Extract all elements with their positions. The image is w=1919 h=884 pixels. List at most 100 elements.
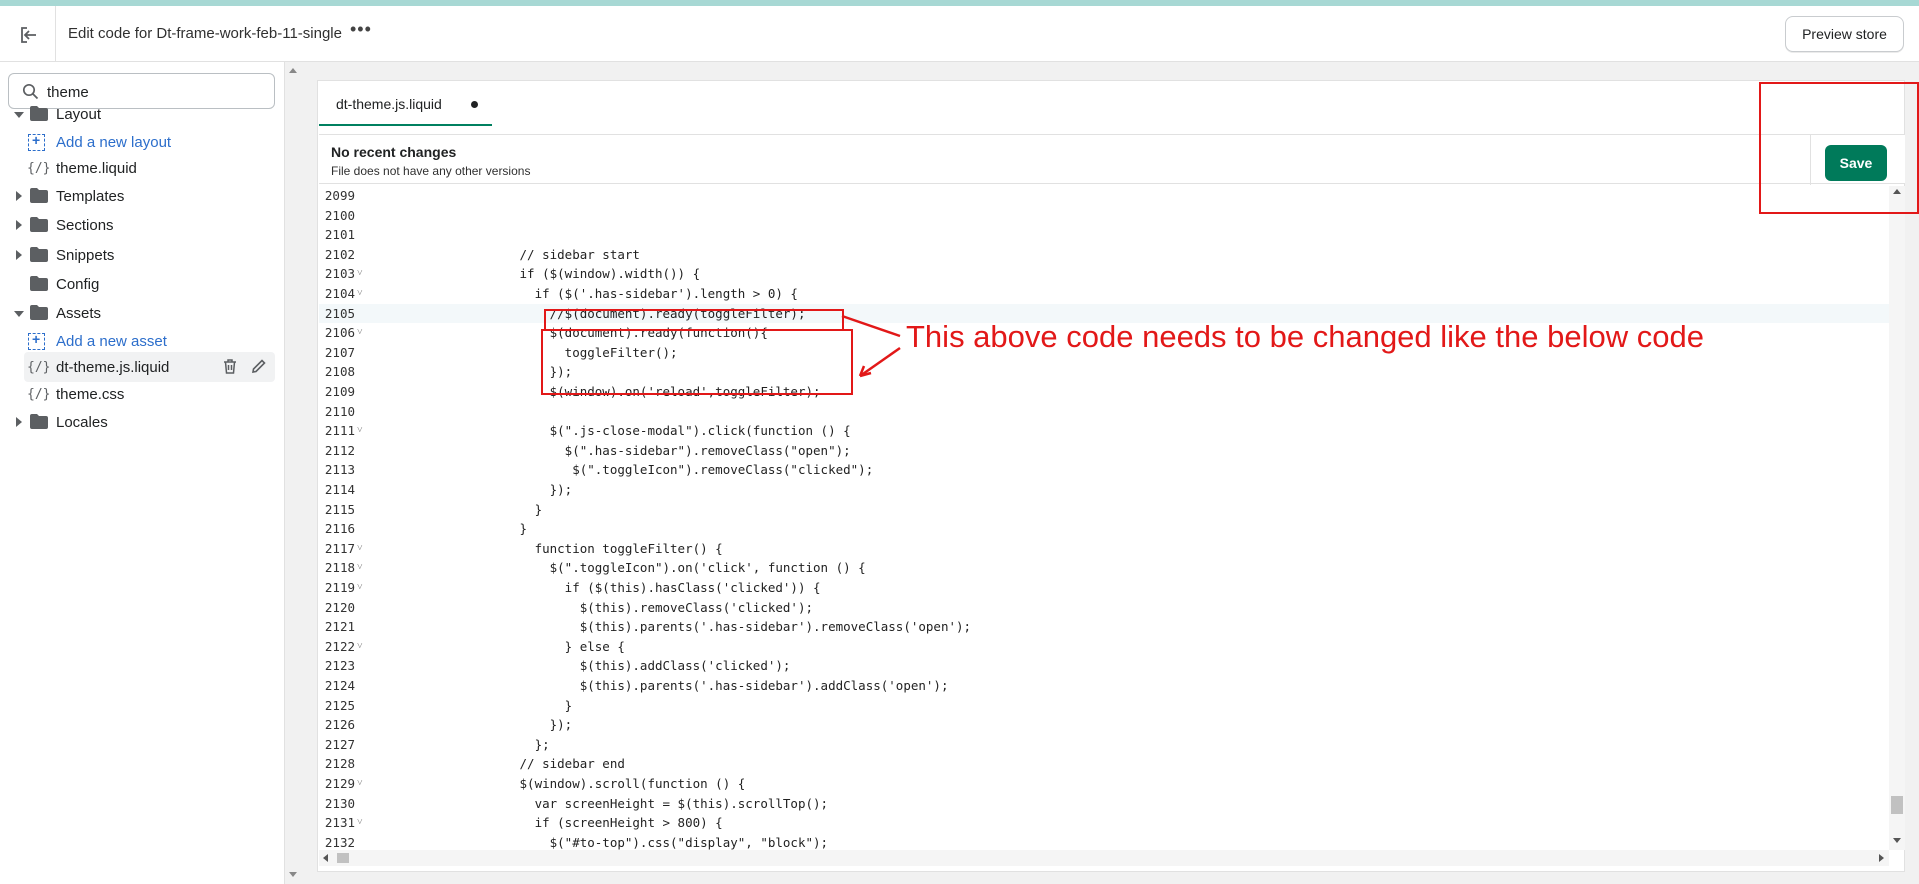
code-line[interactable]: 2102 // sidebar start [319, 245, 1889, 265]
file-actions [222, 358, 267, 375]
fold-chevron-icon[interactable]: ˅ [357, 558, 363, 578]
code-line[interactable]: 2128 // sidebar end [319, 754, 1889, 774]
line-number: 2120 [324, 599, 355, 615]
fold-chevron-icon[interactable]: ˅ [357, 323, 363, 343]
exit-icon[interactable] [18, 24, 40, 46]
line-number: 2107 [324, 344, 355, 360]
code-line[interactable]: 2103 ˅ if ($(window).width()) { [319, 264, 1889, 284]
pencil-icon[interactable] [250, 358, 267, 375]
topbar-divider [55, 6, 56, 62]
line-number: 2109 [324, 384, 355, 399]
fold-chevron-icon[interactable]: ˅ [357, 264, 363, 284]
tree-folder-config[interactable]: Config [0, 269, 285, 299]
tree-file-dt-theme-js[interactable]: {/} dt-theme.js.liquid [24, 352, 275, 382]
chevron-right-icon [16, 191, 22, 201]
code-file-icon: {/} [27, 386, 51, 402]
line-number: 2110 [324, 403, 355, 419]
code-editor[interactable]: 2099 2100 2101 2102 // sidebar start 2103 ˅ i… [319, 186, 1889, 850]
code-text: // sidebar end [369, 756, 625, 772]
code-line[interactable]: 2100 [319, 206, 1889, 226]
code-line[interactable]: 2114 }); [319, 480, 1889, 500]
line-number: 2106 [324, 325, 355, 341]
code-line[interactable]: 2130 var screenHeight = $(this).scrollTo… [319, 794, 1889, 814]
chevron-right-icon [16, 220, 22, 230]
line-number: 2117 [324, 540, 355, 556]
more-actions-button[interactable]: ••• [350, 19, 372, 47]
scroll-left-icon[interactable] [323, 854, 328, 862]
code-line[interactable]: 2099 [319, 186, 1889, 206]
save-button[interactable]: Save [1825, 145, 1887, 181]
code-text: } [369, 501, 543, 517]
scroll-thumb[interactable] [1891, 796, 1903, 814]
scroll-down-icon[interactable] [289, 872, 297, 877]
code-line[interactable]: 2110 [319, 402, 1889, 422]
fold-chevron-icon[interactable]: ˅ [357, 284, 363, 304]
code-text: } [369, 521, 528, 537]
code-file-icon: {/} [27, 359, 51, 375]
code-text: $(this).removeClass('clicked'); [369, 599, 814, 615]
line-number: 2129 [324, 776, 355, 791]
scroll-up-icon[interactable] [289, 68, 297, 73]
tree-file-theme-liquid[interactable]: {/} theme.liquid [0, 153, 285, 183]
file-sidebar: Layout Add a new layout {/} theme.liquid… [0, 62, 285, 884]
page-title: Edit code for Dt-frame-work-feb-11-singl… [68, 25, 342, 42]
tree-folder-locales[interactable]: Locales [0, 407, 285, 437]
code-line[interactable]: 2123 $(this).addClass('clicked'); [319, 656, 1889, 676]
code-line[interactable]: 2122 ˅ } else { [319, 637, 1889, 657]
code-text: }; [369, 736, 550, 752]
fold-chevron-icon[interactable]: ˅ [357, 578, 363, 598]
code-line[interactable]: 2132 $("#to-top").css("display", "block"… [319, 833, 1889, 850]
editor-vertical-scrollbar[interactable] [1889, 186, 1905, 850]
tree-folder-assets[interactable]: Assets [0, 298, 285, 328]
top-bar: Edit code for Dt-frame-work-feb-11-singl… [0, 6, 1919, 62]
scroll-right-icon[interactable] [1879, 854, 1884, 862]
line-number: 2128 [324, 756, 355, 772]
code-line[interactable]: 2120 $(this).removeClass('clicked'); [319, 598, 1889, 618]
tree-folder-sections[interactable]: Sections [0, 210, 285, 240]
code-line[interactable]: 2115 } [319, 500, 1889, 520]
page-scrollbar[interactable] [285, 62, 301, 884]
code-line[interactable]: 2118 ˅ $(".toggleIcon").on('click', funct… [319, 558, 1889, 578]
code-line[interactable]: 2116 } [319, 519, 1889, 539]
code-line[interactable]: 2104 ˅ if ($('.has-sidebar').length > 0) … [319, 284, 1889, 304]
tab-dt-theme-js-liquid[interactable]: dt-theme.js.liquid [319, 82, 492, 126]
code-line[interactable]: 2131 ˅ if (screenHeight > 800) { [319, 813, 1889, 833]
trash-icon[interactable] [222, 358, 238, 375]
code-line[interactable]: 2121 $(this).parents('.has-sidebar').rem… [319, 617, 1889, 637]
code-line[interactable]: 2117 ˅ function toggleFilter() { [319, 539, 1889, 559]
tree-file-theme-css[interactable]: {/} theme.css [0, 379, 285, 409]
tree-folder-snippets[interactable]: Snippets [0, 240, 285, 270]
line-number: 2116 [324, 521, 355, 537]
tree-label: Config [56, 275, 100, 293]
code-line[interactable]: 2129 ˅ $(window).scroll(function () { [319, 774, 1889, 794]
folder-icon [30, 414, 48, 429]
line-number: 2123 [324, 658, 355, 674]
code-line[interactable]: 2127 }; [319, 735, 1889, 755]
code-line[interactable]: 2113 $(".toggleIcon").removeClass("click… [319, 460, 1889, 480]
code-text: toggleFilter(); [369, 344, 678, 360]
code-line[interactable]: 2108 }); [319, 362, 1889, 382]
code-line[interactable]: 2124 $(this).parents('.has-sidebar').add… [319, 676, 1889, 696]
scroll-up-icon[interactable] [1893, 189, 1901, 194]
fold-chevron-icon[interactable]: ˅ [357, 637, 363, 657]
tree-label: Sections [56, 216, 114, 234]
line-number: 2132 [324, 834, 355, 850]
code-line[interactable]: 2112 $(".has-sidebar").removeClass("open… [319, 441, 1889, 461]
fold-chevron-icon[interactable]: ˅ [357, 774, 363, 794]
fold-chevron-icon[interactable]: ˅ [357, 539, 363, 559]
editor-horizontal-scrollbar[interactable] [319, 850, 1889, 866]
scroll-down-icon[interactable] [1893, 838, 1901, 843]
line-number: 2100 [324, 207, 355, 223]
code-line[interactable]: 2101 [319, 225, 1889, 245]
tree-folder-layout[interactable]: Layout [0, 99, 285, 129]
code-line[interactable]: 2125 } [319, 696, 1889, 716]
code-line[interactable]: 2109 $(window).on('reload',toggleFilter)… [319, 382, 1889, 402]
fold-chevron-icon[interactable]: ˅ [357, 421, 363, 441]
preview-store-button[interactable]: Preview store [1785, 16, 1904, 52]
tree-folder-templates[interactable]: Templates [0, 181, 285, 211]
code-line[interactable]: 2119 ˅ if ($(this).hasClass('clicked')) { [319, 578, 1889, 598]
code-line[interactable]: 2111 ˅ $(".js-close-modal").click(functio… [319, 421, 1889, 441]
fold-chevron-icon[interactable]: ˅ [357, 813, 363, 833]
code-line[interactable]: 2126 }); [319, 715, 1889, 735]
scroll-thumb[interactable] [337, 853, 349, 863]
